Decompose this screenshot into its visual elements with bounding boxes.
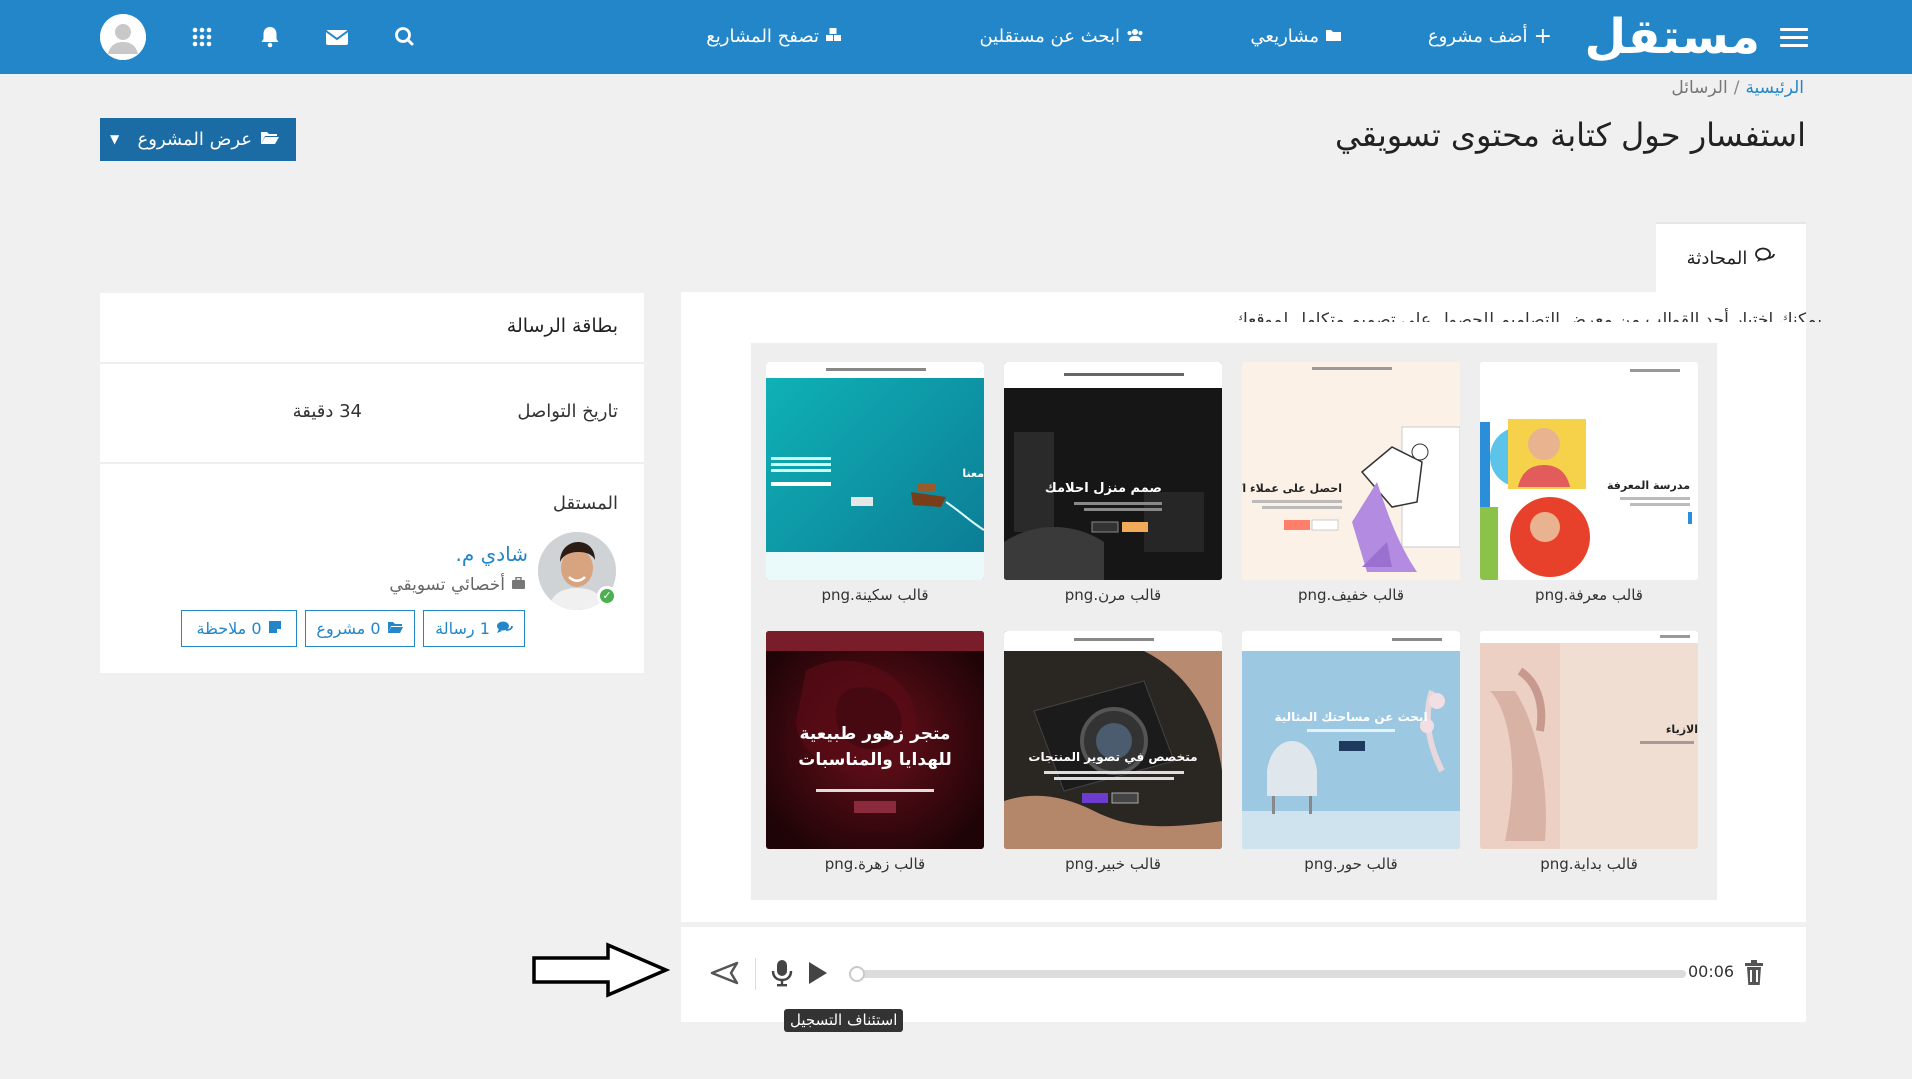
recording-time: 00:06 — [1688, 962, 1735, 981]
attachment-heading: مدرسة المعرفة — [1607, 479, 1690, 492]
cubes-icon — [825, 24, 842, 50]
search-icon[interactable] — [389, 22, 421, 52]
attachment-caption[interactable]: قالب حور.png — [1242, 855, 1460, 873]
contact-date-value: 34 دقيقة — [292, 401, 362, 422]
users-icon — [1126, 24, 1144, 50]
attachment-image[interactable]: صمم منزل احلامك — [1004, 362, 1222, 580]
tab-conversation-label: المحادثة — [1686, 247, 1748, 269]
attachment-image[interactable]: احصل على عملاء اكثر — [1242, 362, 1460, 580]
nav-find-freelancers-label: ابحث عن مستقلين — [979, 26, 1120, 47]
attachment-image[interactable]: متخصص في تصوير المنتجات — [1004, 631, 1222, 849]
attachment-heading: احصل على عملاء اكثر — [1242, 482, 1342, 495]
freelancer-label: المستقل — [552, 493, 618, 514]
messages-count-label: 1 رسالة — [435, 619, 490, 638]
plus-icon: + — [1533, 24, 1552, 49]
folder-icon — [1325, 24, 1342, 50]
resume-recording-tooltip: استئناف التسجيل — [784, 1009, 904, 1032]
annotation-arrow-icon — [532, 942, 671, 1002]
comments-icon — [496, 619, 513, 638]
tab-conversation[interactable]: المحادثة — [1656, 222, 1806, 292]
breadcrumb-home[interactable]: الرئيسية — [1745, 78, 1804, 98]
trash-icon[interactable] — [1741, 959, 1767, 991]
card-divider — [100, 362, 644, 364]
user-avatar[interactable] — [100, 14, 146, 60]
recording-progress-bar[interactable] — [854, 970, 1686, 978]
nav-my-projects[interactable]: مشاريعي — [1250, 24, 1342, 50]
attachment-caption[interactable]: قالب بداية.png — [1480, 855, 1698, 873]
freelancer-role: أخصائي تسويقي — [389, 575, 526, 595]
freelancer-name[interactable]: شادي م. — [455, 542, 528, 566]
message-text: يمكنك اختيار أحد القوالب من معرض التصامي… — [1233, 310, 1822, 322]
recorder-separator — [755, 958, 756, 990]
attachment-heading: معنا — [962, 467, 984, 480]
attachment-caption[interactable]: قالب مرن.png — [1004, 586, 1222, 604]
notes-count-button[interactable]: 0 ملاحظة — [181, 610, 297, 647]
attachment-image[interactable]: الازياء — [1480, 631, 1698, 849]
briefcase-icon — [511, 575, 526, 595]
attachment-caption[interactable]: قالب زهرة.png — [766, 855, 984, 873]
nav-browse-projects-label: تصفح المشاريع — [706, 26, 819, 47]
top-navbar: مستقل + أضف مشروع مشاريعي ابحث عن مستقلي… — [0, 0, 1912, 74]
projects-count-button[interactable]: 0 مشروع — [305, 610, 415, 647]
attachment-heading: الازياء — [1666, 723, 1698, 736]
attachment-image[interactable]: متجر زهور طبيعية للهدايا والمناسبات — [766, 631, 984, 849]
caret-down-icon[interactable]: ▼ — [110, 118, 119, 161]
attachment-image[interactable]: معنا — [766, 362, 984, 580]
view-project-button[interactable]: عرض المشروع ▼ — [100, 118, 296, 161]
progress-handle[interactable] — [849, 966, 865, 982]
nav-find-freelancers[interactable]: ابحث عن مستقلين — [979, 24, 1144, 50]
attachment-image[interactable]: ابحث عن مساحتك المثالية — [1242, 631, 1460, 849]
nav-add-project-label: أضف مشروع — [1427, 26, 1528, 47]
freelancer-role-label: أخصائي تسويقي — [389, 575, 505, 595]
attachment-heading: صمم منزل احلامك — [1045, 481, 1162, 496]
envelope-icon[interactable] — [321, 22, 353, 52]
card-divider — [100, 462, 644, 464]
attachment-caption[interactable]: قالب خفيف.png — [1242, 586, 1460, 604]
online-status-icon: ✓ — [597, 586, 617, 606]
card-title: بطاقة الرسالة — [506, 315, 618, 337]
attachments-gallery: مدرسة المعرفة قالب معرفة.png احصل على عم… — [751, 343, 1717, 900]
contact-date-label: تاريخ التواصل — [517, 401, 618, 422]
folder-open-icon — [387, 619, 404, 638]
attachment-heading: متجر زهور طبيعية للهدايا والمناسبات — [798, 724, 952, 770]
sticky-note-icon — [268, 619, 282, 638]
play-icon[interactable] — [805, 960, 829, 990]
send-icon[interactable] — [708, 960, 740, 990]
attachment-heading: متخصص في تصوير المنتجات — [1028, 750, 1197, 765]
attachment-caption[interactable]: قالب خبير.png — [1004, 855, 1222, 873]
menu-icon[interactable] — [1780, 28, 1808, 48]
site-logo[interactable]: مستقل — [1584, 6, 1761, 68]
attachment-caption[interactable]: قالب سكينة.png — [766, 586, 984, 604]
apps-grid-icon[interactable] — [186, 22, 218, 52]
breadcrumb-current[interactable]: الرسائل — [1671, 78, 1727, 98]
messages-count-button[interactable]: 1 رسالة — [423, 610, 525, 647]
attachment-caption[interactable]: قالب معرفة.png — [1480, 586, 1698, 604]
attachment-image[interactable]: مدرسة المعرفة — [1480, 362, 1698, 580]
breadcrumb-separator: / — [1733, 78, 1740, 98]
message-card: بطاقة الرسالة تاريخ التواصل 34 دقيقة الم… — [100, 293, 644, 673]
page-title: استفسار حول كتابة محتوى تسويقي — [1334, 116, 1806, 154]
nav-browse-projects[interactable]: تصفح المشاريع — [706, 24, 842, 50]
breadcrumb: الرئيسية/ الرسائل — [1671, 78, 1804, 98]
view-project-label: عرض المشروع — [137, 129, 252, 150]
attachment-heading: ابحث عن مساحتك المثالية — [1274, 710, 1427, 724]
nav-my-projects-label: مشاريعي — [1250, 26, 1319, 47]
notes-count-label: 0 ملاحظة — [196, 619, 262, 638]
microphone-icon[interactable] — [770, 959, 794, 991]
bell-icon[interactable] — [254, 22, 286, 52]
comments-icon — [1755, 247, 1776, 269]
projects-count-label: 0 مشروع — [316, 619, 381, 638]
folder-open-icon — [260, 118, 280, 161]
nav-add-project[interactable]: + أضف مشروع — [1428, 24, 1552, 50]
